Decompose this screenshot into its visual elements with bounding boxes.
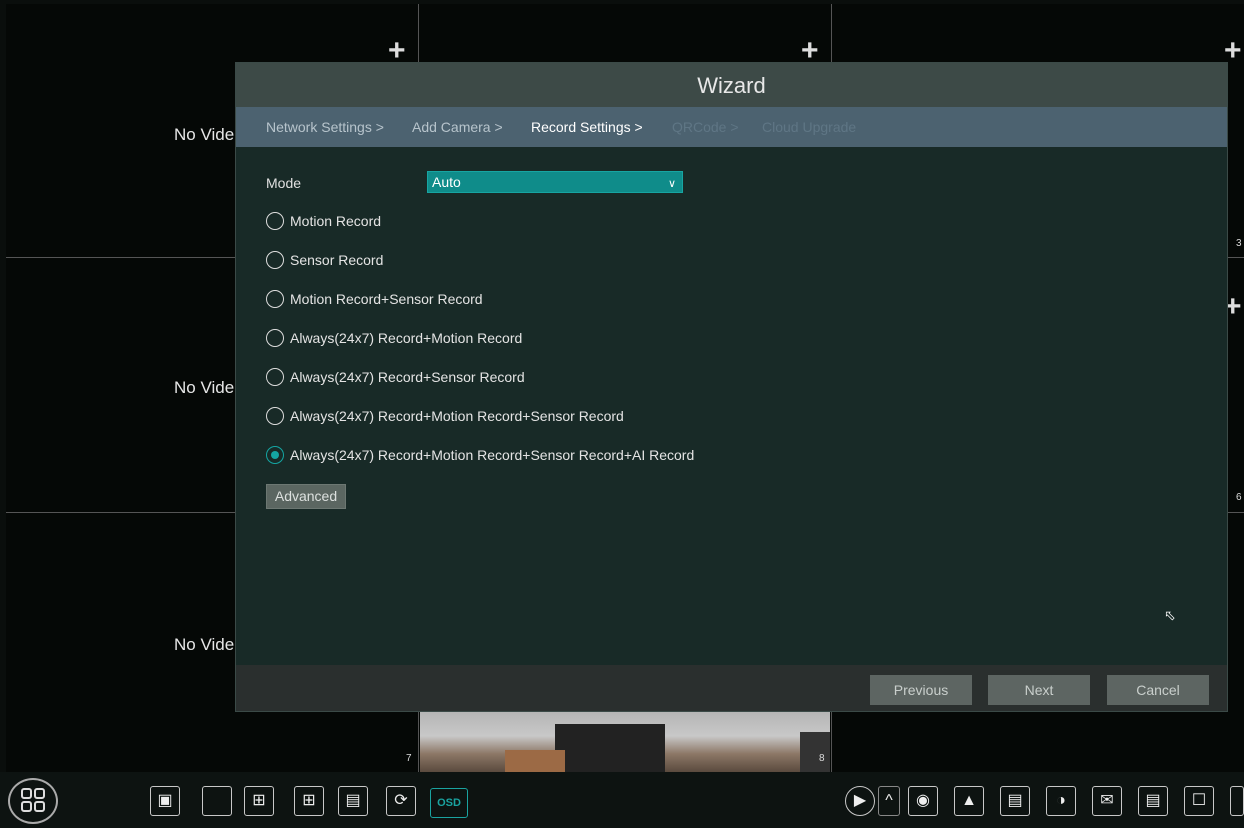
step-record-settings[interactable]: Record Settings > bbox=[531, 119, 643, 135]
option-always-motion-sensor-record[interactable]: Always(24x7) Record+Motion Record+Sensor… bbox=[266, 405, 624, 427]
radio-button[interactable] bbox=[266, 329, 284, 347]
option-motion-sensor-record[interactable]: Motion Record+Sensor Record bbox=[266, 288, 483, 310]
no-video-label: No Vide bbox=[174, 635, 235, 654]
option-label: Sensor Record bbox=[290, 252, 384, 268]
no-video-label: No Vide bbox=[174, 378, 235, 397]
option-label: Always(24x7) Record+Motion Record bbox=[290, 330, 523, 346]
alarm-icon[interactable]: ▲ bbox=[954, 786, 984, 816]
mouse-cursor-icon: ⬁ bbox=[1164, 607, 1176, 623]
camera-feed-image bbox=[420, 712, 830, 772]
cell-number: 7 bbox=[406, 753, 412, 764]
single-view-icon[interactable] bbox=[202, 786, 232, 816]
chevron-up-icon[interactable]: ^ bbox=[878, 786, 900, 816]
step-add-camera[interactable]: Add Camera > bbox=[412, 119, 503, 135]
dome-icon[interactable]: ◑ bbox=[1046, 786, 1076, 816]
grid-menu-icon bbox=[21, 788, 45, 812]
wizard-footer: Previous Next Cancel bbox=[236, 665, 1227, 711]
step-qrcode: QRCode > bbox=[672, 119, 739, 135]
no-video-label: No Vide bbox=[174, 125, 235, 144]
record-icon[interactable]: ▤ bbox=[1000, 786, 1030, 816]
radio-button[interactable] bbox=[266, 407, 284, 425]
wizard-steps: Network Settings > Add Camera > Record S… bbox=[236, 107, 1227, 147]
option-label: Always(24x7) Record+Motion Record+Sensor… bbox=[290, 408, 624, 424]
wizard-title: Wizard bbox=[236, 63, 1227, 107]
chevron-down-icon: ∨ bbox=[667, 178, 676, 190]
osd-button[interactable]: OSD bbox=[430, 788, 468, 818]
playback-icon[interactable]: ▶ bbox=[845, 786, 875, 816]
camera-icon[interactable]: ◉ bbox=[908, 786, 938, 816]
mode-select-value: Auto bbox=[432, 174, 461, 190]
speaker-icon[interactable]: ✉ bbox=[1092, 786, 1122, 816]
bottom-toolbar: ▣ ⊞ ⊞ ▤ ⟳ OSD ▶ ^ ◉ ▲ ▤ ◑ ✉ ▤ ☐ bbox=[0, 772, 1244, 828]
radio-button-selected[interactable] bbox=[266, 446, 284, 464]
cell-number: 6 bbox=[1236, 492, 1242, 503]
wizard-dialog: Wizard Network Settings > Add Camera > R… bbox=[235, 62, 1228, 712]
next-button[interactable]: Next bbox=[988, 675, 1090, 705]
fullscreen-icon[interactable]: ▣ bbox=[150, 786, 180, 816]
option-label: Always(24x7) Record+Sensor Record bbox=[290, 369, 525, 385]
option-label: Motion Record bbox=[290, 213, 382, 229]
sequence-icon[interactable]: ⟳ bbox=[386, 786, 416, 816]
network-icon[interactable]: ☐ bbox=[1184, 786, 1214, 816]
nine-view-icon[interactable]: ⊞ bbox=[294, 786, 324, 816]
radio-button[interactable] bbox=[266, 290, 284, 308]
option-always-motion-sensor-ai-record[interactable]: Always(24x7) Record+Motion Record+Sensor… bbox=[266, 444, 694, 466]
step-network-settings[interactable]: Network Settings > bbox=[266, 119, 384, 135]
cell-number: 8 bbox=[819, 753, 825, 764]
custom-layout-icon[interactable]: ▤ bbox=[338, 786, 368, 816]
advanced-button[interactable]: Advanced bbox=[266, 484, 346, 509]
radio-button[interactable] bbox=[266, 212, 284, 230]
cancel-button[interactable]: Cancel bbox=[1107, 675, 1209, 705]
disk-icon[interactable]: ▤ bbox=[1138, 786, 1168, 816]
quad-view-icon[interactable]: ⊞ bbox=[244, 786, 274, 816]
previous-button[interactable]: Previous bbox=[870, 675, 972, 705]
option-label: Motion Record+Sensor Record bbox=[290, 291, 483, 307]
mode-select[interactable]: Auto ∨ bbox=[427, 171, 683, 193]
option-sensor-record[interactable]: Sensor Record bbox=[266, 249, 383, 271]
more-icon[interactable] bbox=[1230, 786, 1244, 816]
mode-label: Mode bbox=[266, 175, 302, 191]
cell-number: 3 bbox=[1236, 238, 1242, 249]
radio-button[interactable] bbox=[266, 368, 284, 386]
option-always-motion-record[interactable]: Always(24x7) Record+Motion Record bbox=[266, 327, 522, 349]
main-menu-button[interactable] bbox=[8, 778, 58, 824]
step-cloud-upgrade: Cloud Upgrade bbox=[762, 119, 857, 135]
option-label: Always(24x7) Record+Motion Record+Sensor… bbox=[290, 447, 695, 463]
option-motion-record[interactable]: Motion Record bbox=[266, 210, 381, 232]
option-always-sensor-record[interactable]: Always(24x7) Record+Sensor Record bbox=[266, 366, 525, 388]
radio-button[interactable] bbox=[266, 251, 284, 269]
